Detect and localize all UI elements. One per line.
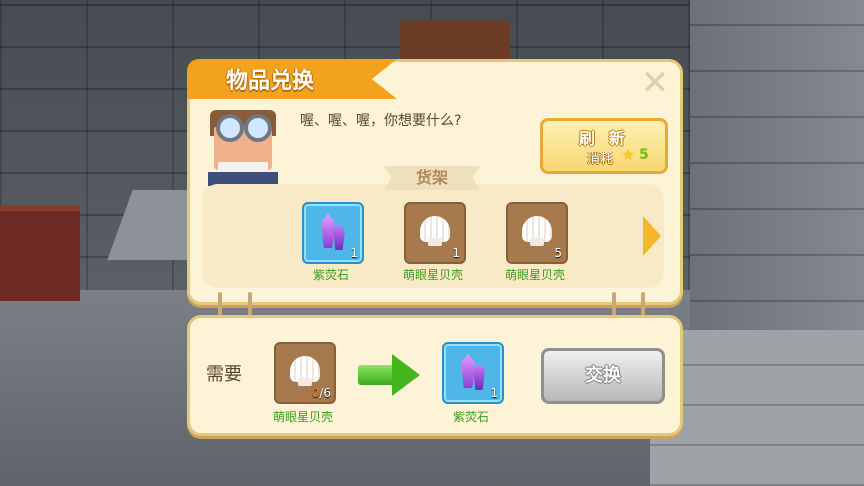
shelf-area: 1 紫荧石 1 萌眼星贝壳 5 萌眼星贝壳 bbox=[202, 184, 664, 288]
shelf-item-slot[interactable]: 5 bbox=[506, 202, 568, 264]
dialog-title: 物品兑换 bbox=[226, 69, 315, 94]
required-item-slot[interactable]: 0/6 bbox=[274, 342, 336, 404]
goggle-icon bbox=[216, 114, 244, 142]
wooden-chest bbox=[0, 205, 80, 301]
npc-portrait bbox=[208, 106, 280, 186]
close-icon[interactable]: ✕ bbox=[640, 66, 670, 100]
green-arrow-icon bbox=[358, 354, 420, 396]
seashell-icon bbox=[288, 354, 322, 388]
required-count: 0/6 bbox=[311, 386, 331, 400]
item-name: 萌眼星贝壳 bbox=[504, 268, 565, 282]
next-page-arrow-icon[interactable] bbox=[643, 216, 661, 256]
seashell-icon bbox=[418, 214, 452, 248]
star-icon: ★ bbox=[621, 145, 636, 164]
reward-count: 1 bbox=[490, 386, 498, 400]
exchange-button-label: 交换 bbox=[585, 365, 621, 386]
exchange-button[interactable]: 交换 bbox=[541, 348, 665, 404]
reward-item-name: 紫荧石 bbox=[452, 410, 489, 424]
goggle-icon bbox=[244, 114, 272, 142]
need-label: 需要 bbox=[206, 364, 242, 385]
exchange-dialog: 物品兑换 ✕ 喔、喔、喔，你想要什么? 刷 新 消耗 ★ 5 1 紫荧石 1 萌… bbox=[187, 59, 683, 305]
item-count: 1 bbox=[452, 246, 460, 260]
exchange-panel: 需要 0/6 萌眼星贝壳 1 紫荧石 交换 bbox=[187, 315, 683, 436]
item-count: 1 bbox=[350, 246, 358, 260]
item-name: 萌眼星贝壳 bbox=[402, 268, 463, 282]
purple-crystal-icon bbox=[317, 214, 347, 252]
purple-crystal-icon bbox=[457, 354, 487, 392]
shelf-item-slot[interactable]: 1 bbox=[302, 202, 364, 264]
cost-label: 消耗 bbox=[587, 152, 614, 167]
required-item-name: 萌眼星贝壳 bbox=[272, 410, 333, 424]
reward-item-slot[interactable]: 1 bbox=[442, 342, 504, 404]
shelf-item-slot[interactable]: 1 bbox=[404, 202, 466, 264]
item-name: 紫荧石 bbox=[312, 268, 349, 282]
refresh-button[interactable]: 刷 新 消耗 ★ 5 bbox=[540, 118, 668, 174]
item-count: 5 bbox=[554, 246, 562, 260]
shelf-label: 货架 bbox=[384, 166, 480, 190]
npc-greeting: 喔、喔、喔，你想要什么? bbox=[300, 113, 462, 129]
seashell-icon bbox=[520, 214, 554, 248]
cost-value: 5 bbox=[639, 147, 649, 163]
